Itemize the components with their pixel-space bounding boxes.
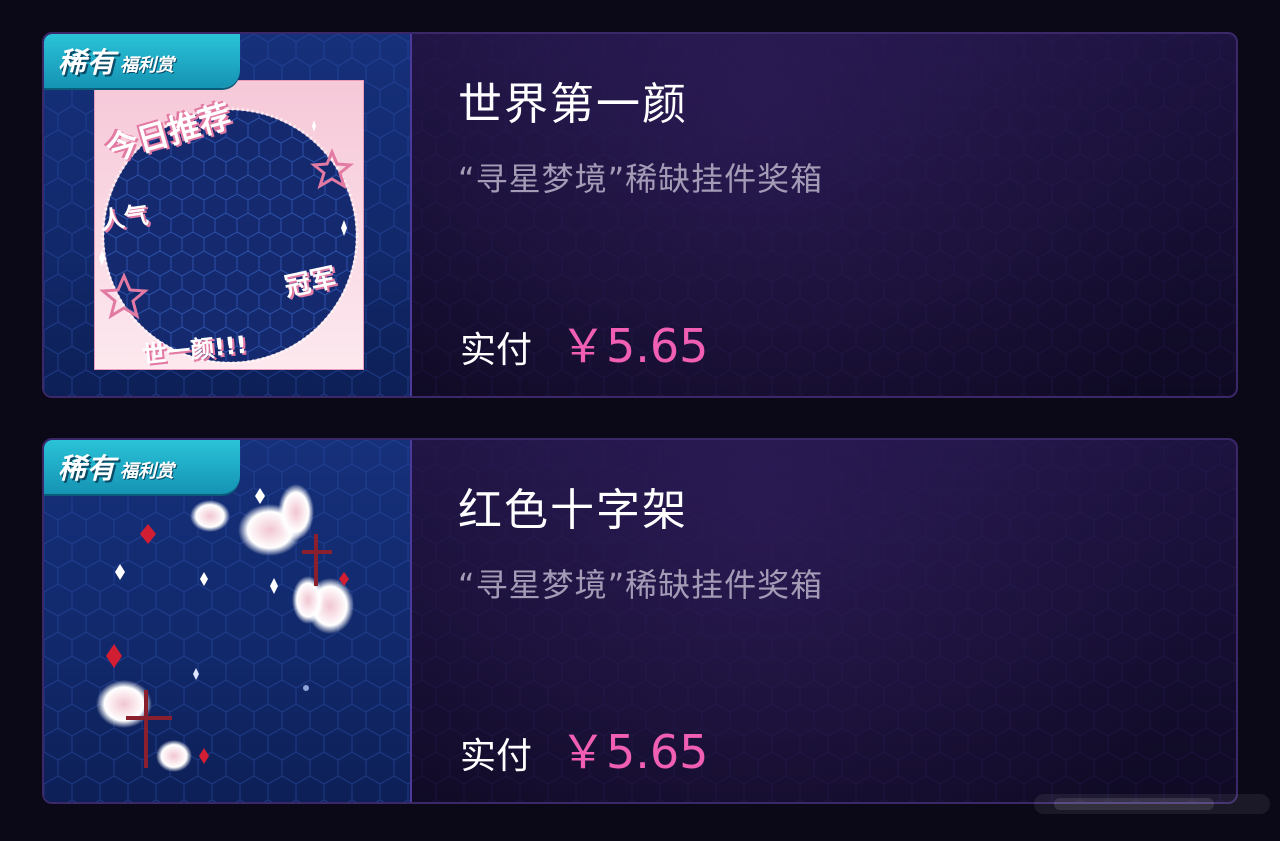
pendant-thumbnail[interactable]: 今日推荐 人气 冠军 世一颜!!! 稀有 福利赏 <box>44 34 412 396</box>
rare-badge: 稀有 福利赏 <box>44 440 240 494</box>
item-subtitle: “寻星梦境”稀缺挂件奖箱 <box>458 566 824 604</box>
reward-card[interactable]: 今日推荐 人气 冠军 世一颜!!! 稀有 福利赏 世界第一颜 “寻星梦境”稀缺挂… <box>42 32 1238 398</box>
price-label: 实付 <box>460 330 533 371</box>
price-label: 实付 <box>460 736 533 777</box>
item-title: 世界第一颜 <box>458 79 688 130</box>
reward-list: 今日推荐 人气 冠军 世一颜!!! 稀有 福利赏 世界第一颜 “寻星梦境”稀缺挂… <box>0 0 1280 841</box>
price-value: ￥5.65 <box>560 725 709 779</box>
butterfly-cross-pendant-icon <box>96 484 354 772</box>
watermark-blur <box>1034 794 1270 814</box>
price-value: ￥5.65 <box>560 319 709 373</box>
pendant-thumbnail[interactable]: 稀有 福利赏 <box>44 440 412 802</box>
badge-welfare-label: 福利赏 <box>120 55 175 76</box>
item-subtitle: “寻星梦境”稀缺挂件奖箱 <box>458 160 824 198</box>
reward-card[interactable]: 稀有 福利赏 红色十字架 “寻星梦境”稀缺挂件奖箱 实付 ￥5.65 <box>42 438 1238 804</box>
item-title: 红色十字架 <box>458 485 688 536</box>
price-row: 实付 ￥5.65 <box>460 310 708 376</box>
frame-text-popular: 人气 <box>98 200 151 236</box>
price-row: 实付 ￥5.65 <box>460 716 708 782</box>
badge-welfare-label: 福利赏 <box>120 461 175 482</box>
rare-badge: 稀有 福利赏 <box>44 34 240 88</box>
badge-rare-label: 稀有 <box>58 46 117 79</box>
badge-rare-label: 稀有 <box>58 452 117 485</box>
